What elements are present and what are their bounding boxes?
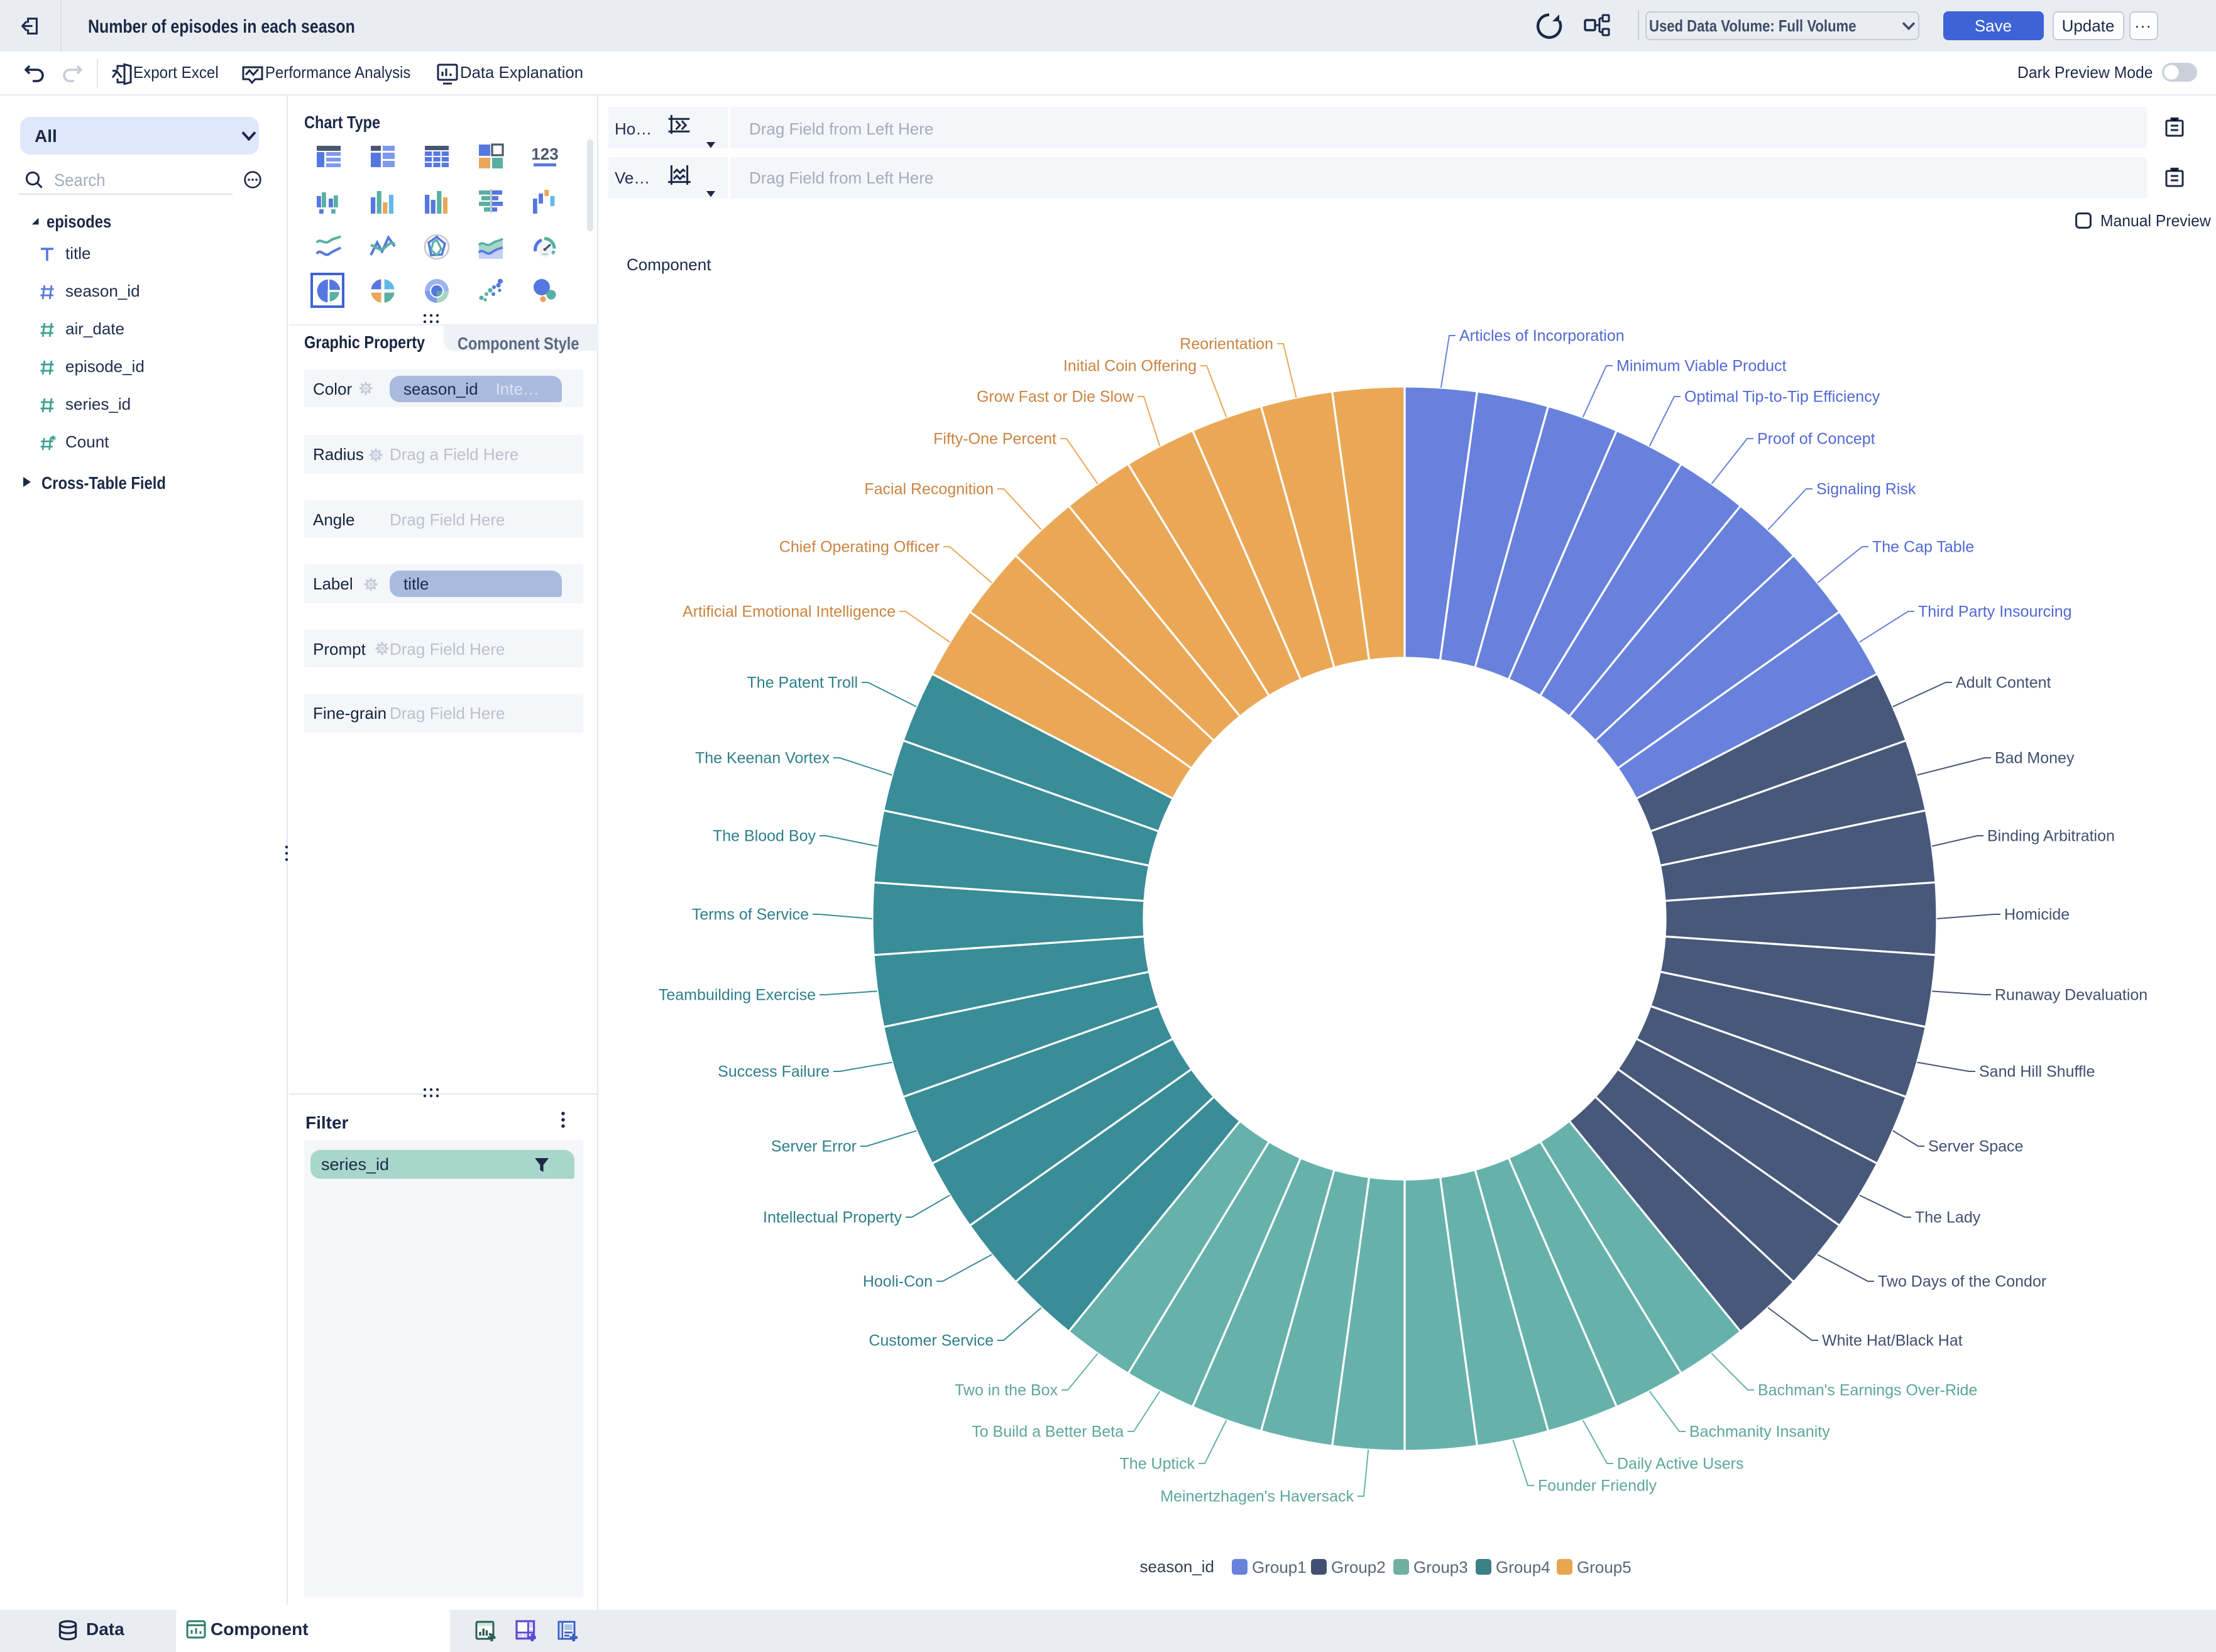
- svg-text:White Hat/Black Hat: White Hat/Black Hat: [1822, 1332, 1963, 1349]
- svg-text:Signaling Risk: Signaling Risk: [1816, 480, 1916, 498]
- svg-text:Bachman's Earnings Over-Ride: Bachman's Earnings Over-Ride: [1758, 1381, 1977, 1399]
- svg-text:Grow Fast or Die Slow: Grow Fast or Die Slow: [977, 388, 1134, 405]
- svg-text:Founder Friendly: Founder Friendly: [1538, 1477, 1657, 1494]
- svg-text:Hooli-Con: Hooli-Con: [863, 1272, 933, 1290]
- svg-text:Proof of Concept: Proof of Concept: [1757, 430, 1875, 447]
- svg-text:Fifty-One Percent: Fifty-One Percent: [933, 430, 1056, 447]
- svg-text:Runaway Devaluation: Runaway Devaluation: [1995, 986, 2147, 1004]
- svg-text:Third Party Insourcing: Third Party Insourcing: [1918, 603, 2072, 620]
- svg-text:Group4: Group4: [1496, 1558, 1550, 1577]
- svg-text:123: 123: [531, 144, 557, 163]
- svg-text:Bad Money: Bad Money: [1995, 749, 2075, 767]
- svg-text:The Uptick: The Uptick: [1120, 1455, 1195, 1472]
- svg-text:Terms of Service: Terms of Service: [692, 905, 809, 923]
- svg-text:Daily Active Users: Daily Active Users: [1617, 1455, 1743, 1472]
- svg-text:To Build a Better Beta: To Build a Better Beta: [972, 1423, 1124, 1440]
- svg-text:Teambuilding Exercise: Teambuilding Exercise: [659, 986, 816, 1004]
- svg-text:The Keenan Vortex: The Keenan Vortex: [695, 749, 830, 767]
- svg-text:Two in the Box: Two in the Box: [955, 1381, 1058, 1399]
- svg-text:The Cap Table: The Cap Table: [1872, 538, 1974, 555]
- svg-text:Adult Content: Adult Content: [1956, 674, 2051, 691]
- svg-text:Initial Coin Offering: Initial Coin Offering: [1063, 357, 1197, 375]
- svg-text:Server Error: Server Error: [771, 1137, 857, 1155]
- svg-text:Group2: Group2: [1331, 1558, 1386, 1577]
- svg-text:Optimal Tip-to-Tip Efficiency: Optimal Tip-to-Tip Efficiency: [1684, 388, 1880, 405]
- svg-text:season_id: season_id: [1139, 1557, 1214, 1576]
- svg-text:Facial Recognition: Facial Recognition: [864, 480, 994, 498]
- svg-text:Bachmanity Insanity: Bachmanity Insanity: [1689, 1423, 1830, 1440]
- svg-text:Chief Operating Officer: Chief Operating Officer: [779, 538, 940, 555]
- svg-text:Meinertzhagen's Haversack: Meinertzhagen's Haversack: [1160, 1487, 1354, 1505]
- svg-text:The Blood Boy: The Blood Boy: [713, 827, 816, 845]
- svg-text:The Patent Troll: The Patent Troll: [747, 674, 858, 691]
- svg-text:Minimum Viable Product: Minimum Viable Product: [1616, 357, 1787, 375]
- svg-text:Group5: Group5: [1577, 1558, 1632, 1577]
- svg-text:Articles of Incorporation: Articles of Incorporation: [1459, 327, 1625, 344]
- svg-text:Binding Arbitration: Binding Arbitration: [1987, 827, 2115, 845]
- svg-text:Success Failure: Success Failure: [718, 1063, 830, 1080]
- svg-text:Reorientation: Reorientation: [1180, 335, 1273, 353]
- svg-text:Artificial Emotional Intellige: Artificial Emotional Intelligence: [683, 603, 896, 620]
- svg-text:Homicide: Homicide: [2004, 905, 2070, 923]
- svg-text:Two Days of the Condor: Two Days of the Condor: [1878, 1272, 2046, 1290]
- svg-text:Group1: Group1: [1252, 1558, 1307, 1577]
- svg-text:Server Space: Server Space: [1928, 1137, 2023, 1155]
- svg-text:Intellectual Property: Intellectual Property: [763, 1208, 902, 1226]
- svg-text:The Lady: The Lady: [1915, 1208, 1981, 1226]
- svg-text:Group3: Group3: [1413, 1558, 1468, 1577]
- svg-text:Customer Service: Customer Service: [869, 1332, 994, 1349]
- svg-text:Sand Hill Shuffle: Sand Hill Shuffle: [1979, 1063, 2095, 1080]
